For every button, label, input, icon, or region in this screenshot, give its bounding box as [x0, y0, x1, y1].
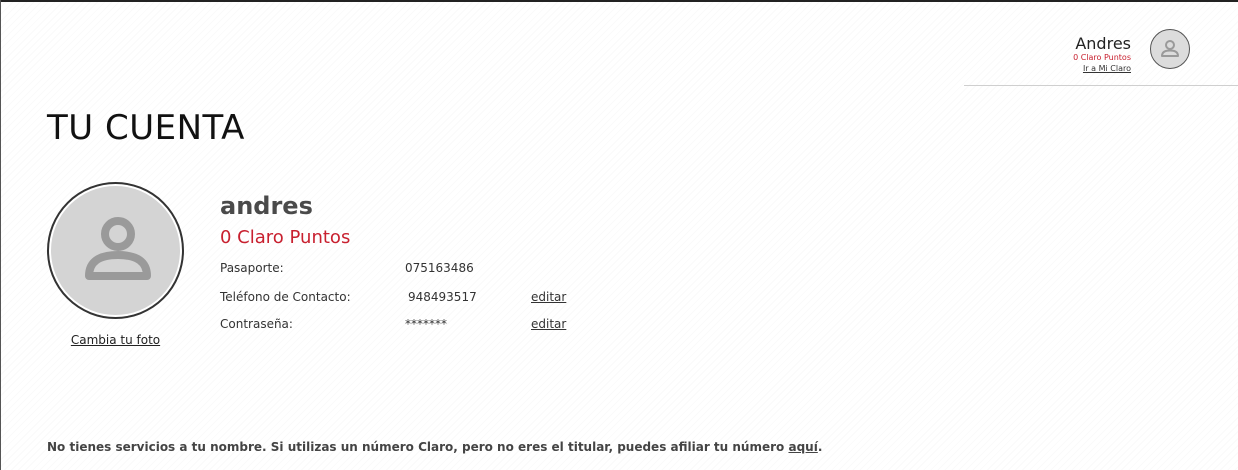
header-avatar[interactable] — [1150, 29, 1190, 69]
phone-label: Teléfono de Contacto: — [220, 290, 351, 304]
no-services-text: No tienes servicios a tu nombre. Si util… — [47, 440, 789, 454]
user-silhouette-icon — [1161, 40, 1179, 57]
password-value: ******* — [405, 317, 447, 331]
mi-claro-link[interactable]: Ir a Mi Claro — [1073, 63, 1131, 75]
user-info: Andres 0 Claro Puntos Ir a Mi Claro — [1073, 34, 1131, 75]
edit-phone-link[interactable]: editar — [531, 290, 566, 304]
user-silhouette-icon — [85, 217, 151, 280]
affiliate-number-link[interactable]: aquí — [788, 440, 817, 454]
page-title: TU CUENTA — [47, 108, 245, 148]
profile-avatar[interactable] — [47, 182, 184, 319]
header-user-name: Andres — [1075, 34, 1131, 53]
window-left-border — [0, 0, 1, 470]
user-widget: Andres 0 Claro Puntos Ir a Mi Claro — [964, 0, 1238, 86]
no-services-notice: No tienes servicios a tu nombre. Si util… — [47, 440, 822, 454]
edit-password-link[interactable]: editar — [531, 317, 566, 331]
no-services-end: . — [817, 440, 823, 454]
profile-name: andres — [220, 192, 313, 220]
change-photo-link[interactable]: Cambia tu foto — [47, 333, 184, 347]
header-user-points: 0 Claro Puntos — [1073, 53, 1131, 62]
password-label: Contraseña: — [220, 317, 293, 331]
passport-value: 075163486 — [405, 261, 474, 275]
phone-value: 948493517 — [408, 290, 477, 304]
passport-label: Pasaporte: — [220, 261, 284, 275]
profile-points: 0 Claro Puntos — [220, 227, 351, 248]
